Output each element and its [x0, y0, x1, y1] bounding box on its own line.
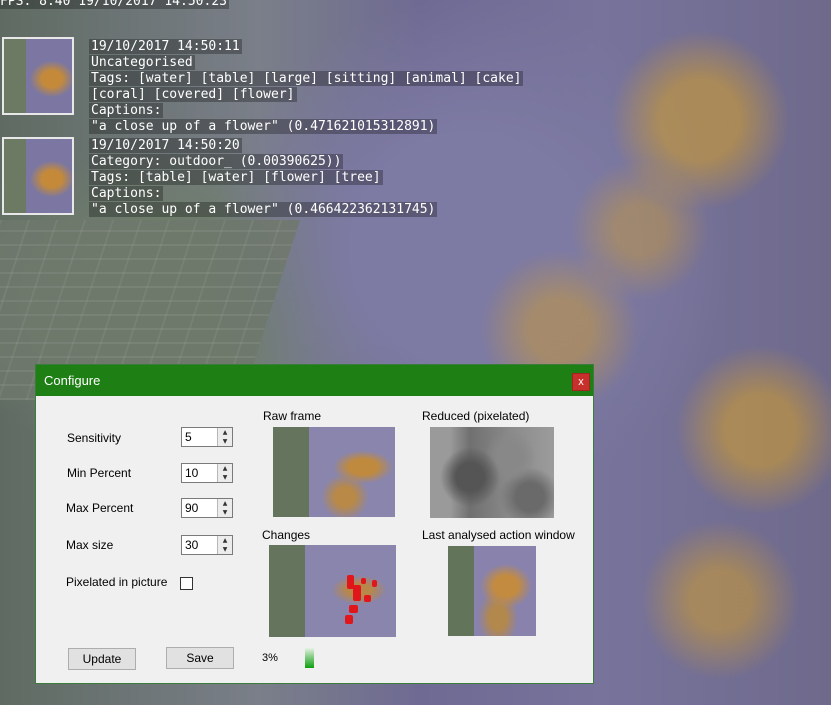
stepper-down-icon[interactable]: ▼ [218, 437, 232, 446]
entry-tags: Tags: [water] [table] [large] [sitting] … [89, 71, 524, 86]
entry-captions-label: Captions: [89, 186, 164, 201]
change-mark [372, 580, 377, 587]
update-button[interactable]: Update [68, 648, 136, 670]
stepper-down-icon[interactable]: ▼ [218, 545, 232, 554]
entry-tags-cont: [coral] [covered] [flower] [89, 87, 297, 102]
reduced-label: Reduced (pixelated) [422, 409, 530, 423]
close-button[interactable]: x [572, 373, 590, 391]
last-window-image [448, 546, 536, 636]
change-mark [361, 578, 366, 584]
progress-bar [305, 648, 314, 668]
stepper-down-icon[interactable]: ▼ [218, 508, 232, 517]
raw-frame-image [273, 427, 395, 517]
min-percent-label: Min Percent [67, 466, 132, 480]
raw-frame-label: Raw frame [263, 409, 322, 423]
max-size-stepper[interactable]: 30 ▲ ▼ [181, 535, 233, 555]
entry-timestamp: 19/10/2017 14:50:20 [89, 138, 242, 153]
change-mark [345, 615, 353, 624]
max-percent-stepper[interactable]: 90 ▲ ▼ [181, 498, 233, 518]
changes-label: Changes [262, 528, 311, 542]
capture-entry: 19/10/2017 14:50:20 Category: outdoor_ (… [89, 138, 438, 218]
sensitivity-stepper[interactable]: 5 ▲ ▼ [181, 427, 233, 447]
change-mark [353, 585, 361, 601]
changes-image [269, 545, 396, 637]
pixelated-checkbox[interactable] [180, 577, 193, 590]
save-button[interactable]: Save [166, 647, 234, 669]
pixelated-label: Pixelated in picture [66, 575, 168, 589]
entry-caption: "a close up of a flower" (0.466422362131… [89, 202, 438, 217]
max-size-label: Max size [66, 538, 114, 552]
change-mark [349, 605, 358, 613]
last-window-label: Last analysed action window [422, 528, 575, 542]
entry-tags: Tags: [table] [water] [flower] [tree] [89, 170, 383, 185]
dialog-titlebar[interactable]: Configure x [36, 365, 593, 396]
change-mark [364, 595, 371, 602]
entry-caption: "a close up of a flower" (0.471621015312… [89, 119, 438, 134]
progress-text: 3% [262, 652, 278, 664]
entry-timestamp: 19/10/2017 14:50:11 [89, 39, 242, 54]
reduced-image [430, 427, 554, 518]
capture-thumbnail[interactable] [2, 37, 74, 115]
stepper-down-icon[interactable]: ▼ [218, 473, 232, 482]
min-percent-stepper[interactable]: 10 ▲ ▼ [181, 463, 233, 483]
dialog-title: Configure [44, 373, 101, 388]
configure-dialog: Configure x Sensitivity 5 ▲ ▼ Min Percent… [35, 364, 594, 684]
entry-category: Category: outdoor_ (0.00390625)) [89, 154, 344, 169]
entry-captions-label: Captions: [89, 103, 164, 118]
fps-readout: FPS: 8.40 19/10/2017 14:50:23 [0, 0, 229, 10]
capture-thumbnail[interactable] [2, 137, 74, 215]
capture-entry: 19/10/2017 14:50:11 Uncategorised Tags: … [89, 39, 524, 135]
sensitivity-label: Sensitivity [67, 431, 122, 445]
entry-category: Uncategorised [89, 55, 195, 70]
max-percent-label: Max Percent [66, 501, 134, 515]
